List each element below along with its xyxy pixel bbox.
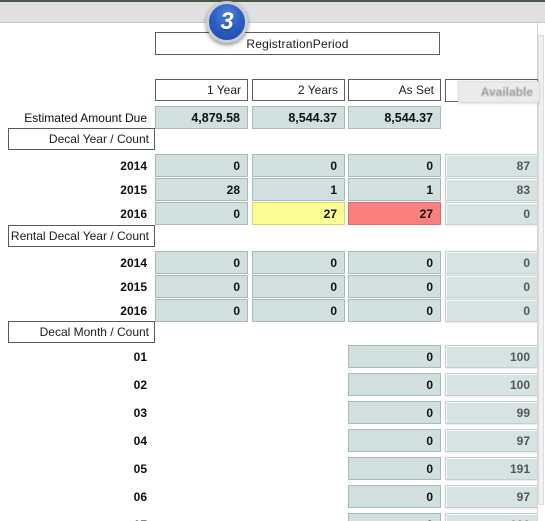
estimated-amount-1-year[interactable]: 4,879.58 — [155, 106, 248, 129]
row-label-decal-2016: 2016 — [120, 207, 147, 221]
rental-2015-1-year[interactable]: 0 — [155, 275, 248, 298]
month-01-as-set[interactable]: 0 — [348, 345, 441, 368]
rental-2016-2-years[interactable]: 0 — [252, 299, 345, 322]
decal-2016-available[interactable]: 0 — [445, 202, 538, 225]
estimated-amount-as-set[interactable]: 8,544.37 — [348, 106, 441, 129]
decal-2014-as-set[interactable]: 0 — [348, 154, 441, 177]
column-header-2-years[interactable]: 2 Years — [252, 79, 345, 101]
month-02-as-set[interactable]: 0 — [348, 373, 441, 396]
month-05-as-set[interactable]: 0 — [348, 457, 441, 480]
row-label-month-07: 07 — [0, 513, 151, 521]
column-header-available[interactable]: Available — [458, 81, 540, 103]
decal-2016-as-set[interactable]: 27 — [348, 202, 441, 225]
decal-2014-2-years[interactable]: 0 — [252, 154, 345, 177]
window-top-strip — [0, 0, 545, 23]
rental-2015-available[interactable]: 0 — [445, 275, 538, 298]
rental-2016-as-set[interactable]: 0 — [348, 299, 441, 322]
month-07-as-set[interactable]: 0 — [348, 513, 441, 521]
row-label-decal-2015: 2015 — [120, 183, 147, 197]
data-grid: RegistrationPeriod 1 Year 2 Years As Set… — [0, 23, 545, 521]
decal-2015-2-years[interactable]: 1 — [252, 178, 345, 201]
estimated-amount-due-label: Estimated Amount Due — [24, 111, 147, 125]
month-03-available[interactable]: 99 — [445, 401, 538, 424]
section-header-rental-decal-year-count: Rental Decal Year / Count — [8, 225, 155, 247]
step-badge-3: 3 — [206, 1, 248, 43]
row-label-month-06: 06 — [133, 490, 147, 504]
month-05-available[interactable]: 191 — [445, 457, 538, 480]
section-header-decal-month-count: Decal Month / Count — [8, 321, 155, 343]
month-03-as-set[interactable]: 0 — [348, 401, 441, 424]
row-label-month-02: 02 — [133, 378, 147, 392]
row-label-month-01: 01 — [133, 350, 147, 364]
decal-2016-2-years[interactable]: 27 — [252, 202, 345, 225]
month-06-available[interactable]: 97 — [445, 485, 538, 508]
registration-period-header: RegistrationPeriod — [155, 32, 440, 55]
row-label-rental-2015: 2015 — [120, 280, 147, 294]
decal-2014-available[interactable]: 87 — [445, 154, 538, 177]
decal-2014-1-year[interactable]: 0 — [155, 154, 248, 177]
section-header-decal-year-count: Decal Year / Count — [8, 128, 155, 150]
month-04-as-set[interactable]: 0 — [348, 429, 441, 452]
rental-2015-2-years[interactable]: 0 — [252, 275, 345, 298]
month-01-available[interactable]: 100 — [445, 345, 538, 368]
row-label-rental-2016: 2016 — [120, 304, 147, 318]
rental-2016-1-year[interactable]: 0 — [155, 299, 248, 322]
rental-2014-2-years[interactable]: 0 — [252, 251, 345, 274]
row-label-month-04: 04 — [133, 434, 147, 448]
row-label-month-03: 03 — [133, 406, 147, 420]
column-header-1-year[interactable]: 1 Year — [155, 79, 248, 101]
row-label-decal-2014: 2014 — [120, 159, 147, 173]
decal-2015-1-year[interactable]: 28 — [155, 178, 248, 201]
vertical-scrollbar-thumb[interactable] — [538, 35, 544, 505]
rental-2014-available[interactable]: 0 — [445, 251, 538, 274]
decal-count-panel: 3 RegistrationPeriod 1 Year 2 Years As S… — [0, 0, 545, 521]
row-label-month-05: 05 — [133, 462, 147, 476]
decal-2015-available[interactable]: 83 — [445, 178, 538, 201]
rental-2016-available[interactable]: 0 — [445, 299, 538, 322]
month-02-available[interactable]: 100 — [445, 373, 538, 396]
decal-2015-as-set[interactable]: 1 — [348, 178, 441, 201]
month-07-available[interactable]: 100 — [445, 513, 538, 521]
row-label-rental-2014: 2014 — [120, 256, 147, 270]
column-header-as-set[interactable]: As Set — [348, 79, 441, 101]
rental-2014-as-set[interactable]: 0 — [348, 251, 441, 274]
month-06-as-set[interactable]: 0 — [348, 485, 441, 508]
decal-2016-1-year[interactable]: 0 — [155, 202, 248, 225]
rental-2014-1-year[interactable]: 0 — [155, 251, 248, 274]
estimated-amount-2-years[interactable]: 8,544.37 — [252, 106, 345, 129]
month-04-available[interactable]: 97 — [445, 429, 538, 452]
rental-2015-as-set[interactable]: 0 — [348, 275, 441, 298]
